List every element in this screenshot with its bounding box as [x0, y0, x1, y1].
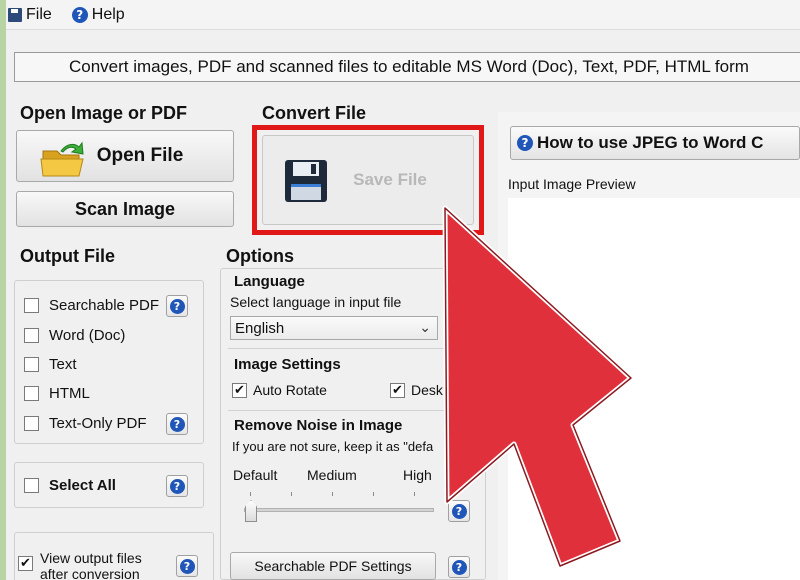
pointer-arrow-icon [442, 205, 634, 569]
watermark: www.kanbk.com [673, 557, 786, 574]
